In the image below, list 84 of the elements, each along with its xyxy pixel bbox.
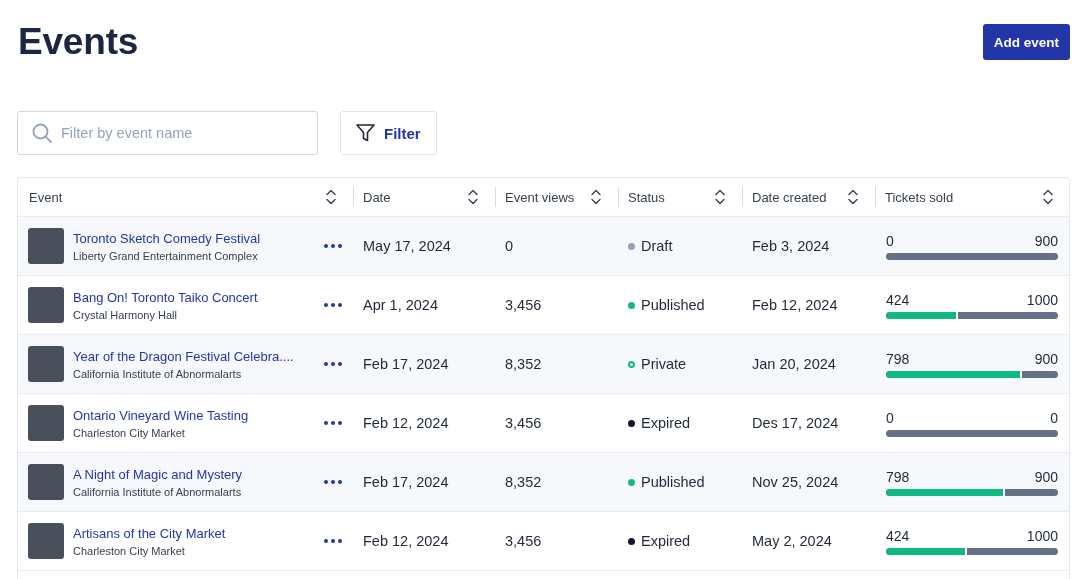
event-views: 8,352 bbox=[505, 474, 542, 490]
photo-placeholder bbox=[28, 346, 64, 382]
sort-icon bbox=[715, 189, 725, 205]
ellipsis-icon bbox=[324, 421, 342, 425]
venue-name: California Institute of Abnormalarts bbox=[73, 485, 242, 498]
event-title-link[interactable]: A Night of Magic and Mystery bbox=[73, 466, 243, 482]
sort-icon bbox=[326, 189, 336, 205]
event-views: 3,456 bbox=[505, 415, 542, 431]
venue-name: Crystal Harmony Hall bbox=[73, 308, 177, 321]
event-title-link[interactable]: Year of the Dragon Festival Celebra.... bbox=[73, 348, 294, 364]
sort-icon bbox=[1043, 189, 1053, 205]
status-label: Published bbox=[641, 297, 705, 313]
date-created: Feb 3, 2024 bbox=[752, 238, 830, 254]
event-title-link[interactable]: Bang On! Toronto Taiko Concert bbox=[73, 289, 258, 305]
tickets-sold-count: 798 bbox=[886, 350, 910, 367]
ellipsis-icon bbox=[324, 480, 342, 484]
status-label: Published bbox=[641, 474, 705, 490]
funnel-icon bbox=[356, 124, 375, 142]
tickets-sold-count: 0 bbox=[886, 409, 894, 426]
date-created: Nov 25, 2024 bbox=[752, 474, 839, 490]
status-label: Expired bbox=[641, 415, 691, 431]
ticket-capacity: 900 bbox=[1034, 468, 1058, 485]
venue-name: Charleston City Market bbox=[73, 426, 185, 439]
ellipsis-icon bbox=[324, 244, 342, 248]
tickets-sold-count: 424 bbox=[886, 527, 910, 544]
date-created: Jan 20, 2024 bbox=[752, 356, 836, 372]
column-header[interactable]: Event views bbox=[495, 185, 617, 209]
event-views: 8,352 bbox=[505, 356, 542, 372]
ticket-capacity: 900 bbox=[1034, 350, 1058, 367]
status-label: Draft bbox=[641, 238, 673, 254]
ellipsis-icon bbox=[324, 539, 342, 543]
column-header[interactable]: Date created bbox=[742, 185, 874, 209]
status-label: Expired bbox=[641, 533, 691, 549]
event-views: 0 bbox=[505, 238, 514, 254]
filter-button[interactable]: Filter bbox=[340, 111, 437, 155]
ellipsis-icon bbox=[324, 362, 342, 366]
sort-icon bbox=[591, 189, 601, 205]
venue-name: California Institute of Abnormalarts bbox=[73, 367, 242, 380]
event-title-link[interactable]: Ontario Vineyard Wine Tasting bbox=[73, 407, 249, 423]
event-views: 3,456 bbox=[505, 297, 542, 313]
column-header[interactable]: Tickets sold bbox=[875, 185, 1069, 209]
ticket-capacity: 900 bbox=[1034, 232, 1058, 249]
more-options-button[interactable] bbox=[324, 362, 342, 366]
more-options-button[interactable] bbox=[324, 244, 342, 248]
venue-name: Charleston City Market bbox=[73, 544, 185, 557]
tickets-sold-count: 424 bbox=[886, 291, 910, 308]
venue-name: Liberty Grand Entertainment Complex bbox=[73, 249, 258, 262]
search-field[interactable]: Filter by event name bbox=[17, 111, 318, 155]
ellipsis-icon bbox=[324, 303, 342, 307]
event-date: Feb 12, 2024 bbox=[363, 415, 449, 431]
photo-placeholder bbox=[28, 228, 64, 264]
date-created: Feb 12, 2024 bbox=[752, 297, 838, 313]
more-options-button[interactable] bbox=[324, 539, 342, 543]
date-created: Des 17, 2024 bbox=[752, 415, 839, 431]
event-title-link[interactable]: Toronto Sketch Comedy Festival bbox=[73, 230, 261, 246]
more-options-button[interactable] bbox=[324, 303, 342, 307]
column-header[interactable]: Event bbox=[19, 185, 352, 209]
photo-placeholder bbox=[28, 287, 64, 323]
event-date: Feb 12, 2024 bbox=[363, 533, 449, 549]
event-date: Apr 1, 2024 bbox=[363, 297, 438, 313]
sort-icon bbox=[468, 189, 478, 205]
ticket-capacity: 0 bbox=[1050, 409, 1058, 426]
status-label: Private bbox=[641, 356, 687, 372]
tickets-sold-count: 0 bbox=[886, 232, 894, 249]
date-created: May 2, 2024 bbox=[752, 533, 832, 549]
add-event-button[interactable]: Add event bbox=[982, 24, 1070, 60]
ticket-capacity: 1000 bbox=[1026, 291, 1058, 308]
photo-placeholder bbox=[28, 523, 64, 559]
event-date: Feb 17, 2024 bbox=[363, 356, 449, 372]
column-header[interactable]: Date bbox=[353, 185, 494, 209]
event-title-link[interactable]: Artisans of the City Market bbox=[73, 525, 226, 541]
sort-icon bbox=[848, 189, 858, 205]
column-header[interactable]: Status bbox=[618, 185, 741, 209]
photo-placeholder bbox=[28, 405, 64, 441]
more-options-button[interactable] bbox=[324, 421, 342, 425]
tickets-sold-count: 798 bbox=[886, 468, 910, 485]
ticket-capacity: 1000 bbox=[1026, 527, 1058, 544]
event-date: Feb 17, 2024 bbox=[363, 474, 449, 490]
event-date: May 17, 2024 bbox=[363, 238, 451, 254]
search-icon bbox=[32, 123, 52, 143]
page-title: Events bbox=[18, 23, 139, 61]
more-options-button[interactable] bbox=[324, 480, 342, 484]
photo-placeholder bbox=[28, 464, 64, 500]
event-views: 3,456 bbox=[505, 533, 542, 549]
